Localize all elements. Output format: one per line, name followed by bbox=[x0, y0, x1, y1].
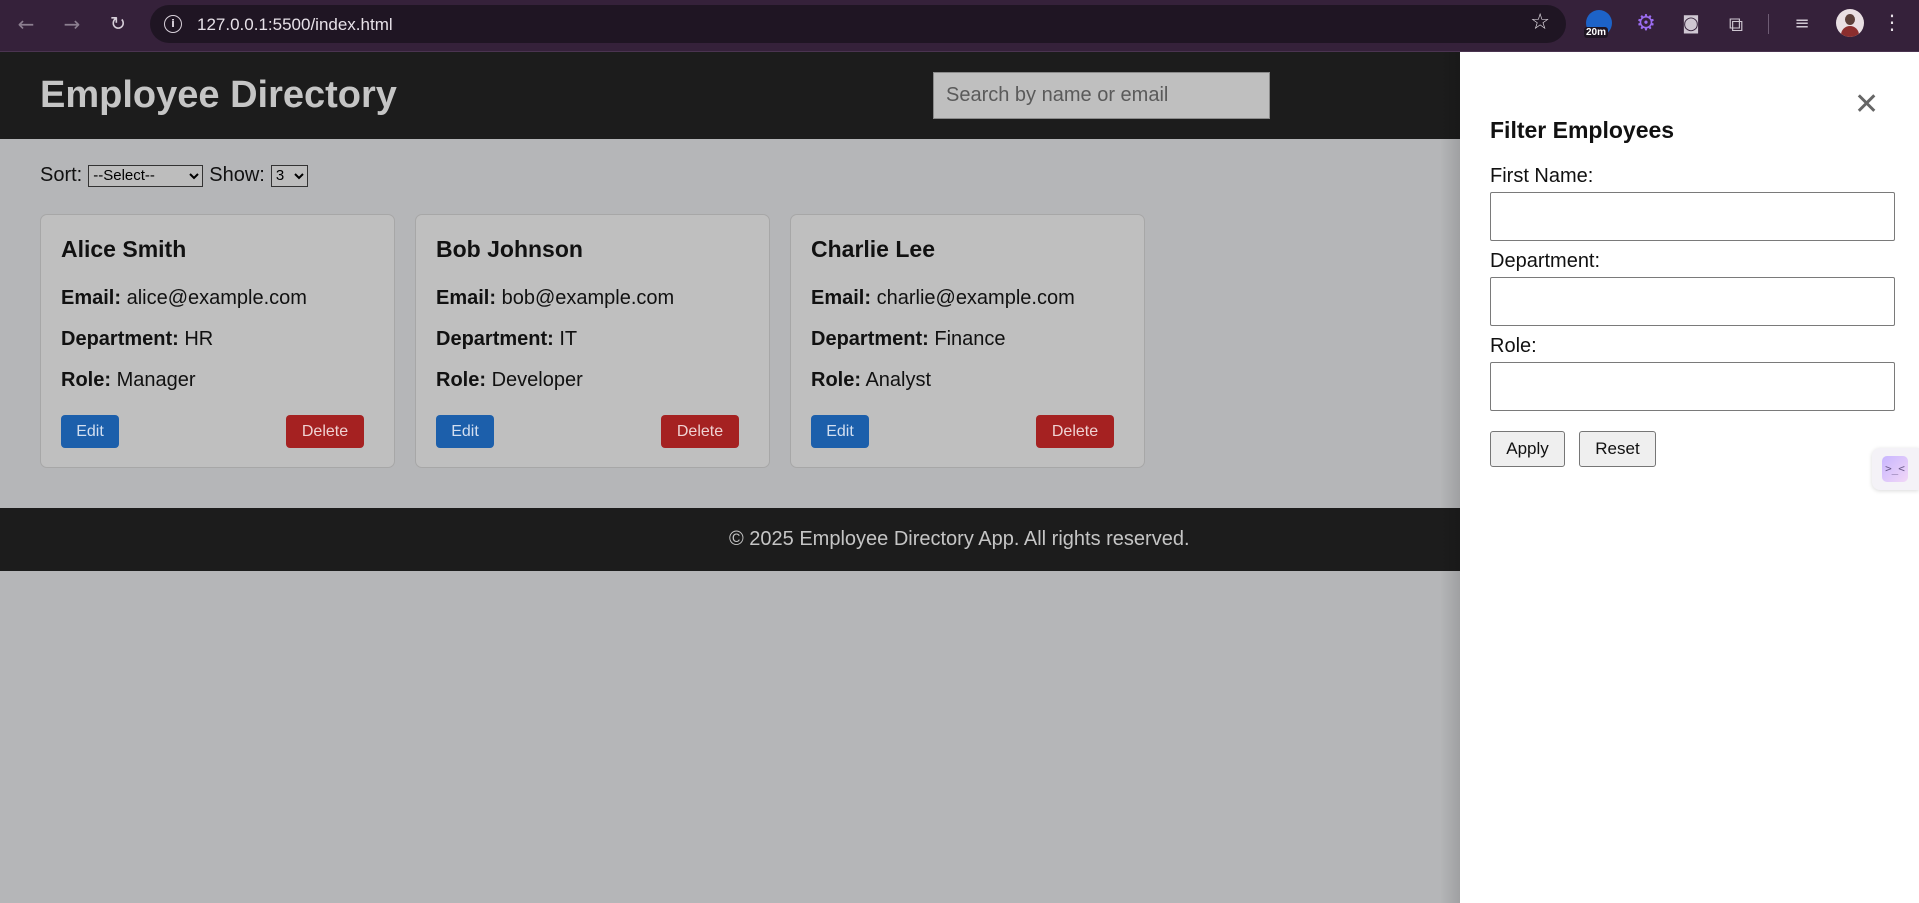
department-label: Department: bbox=[811, 328, 929, 350]
role-value: Developer bbox=[491, 369, 583, 391]
avatar[interactable] bbox=[1836, 9, 1864, 37]
edit-button[interactable]: Edit bbox=[811, 415, 869, 448]
employee-role: Role: Developer bbox=[436, 369, 583, 392]
email-label: Email: bbox=[61, 287, 122, 309]
delete-button[interactable]: Delete bbox=[286, 415, 364, 448]
employee-department: Department: HR bbox=[61, 328, 213, 351]
employee-email: Email: charlie@example.com bbox=[811, 287, 1075, 310]
browser-toolbar: ← → ↻ i 127.0.0.1:5500/index.html ☆ 20m … bbox=[0, 0, 1919, 52]
email-value: alice@example.com bbox=[126, 287, 307, 309]
side-widget[interactable]: >_< bbox=[1872, 448, 1919, 490]
reload-icon[interactable]: ↻ bbox=[104, 10, 132, 38]
employee-name: Bob Johnson bbox=[436, 236, 583, 262]
email-label: Email: bbox=[811, 287, 872, 309]
address-bar[interactable]: i 127.0.0.1:5500/index.html ☆ bbox=[150, 5, 1566, 43]
delete-button[interactable]: Delete bbox=[1036, 415, 1114, 448]
employee-role: Role: Manager bbox=[61, 369, 196, 392]
gear-icon[interactable]: ⚙ bbox=[1632, 10, 1660, 38]
edit-button[interactable]: Edit bbox=[436, 415, 494, 448]
employee-card: Charlie Lee Email: charlie@example.com D… bbox=[790, 214, 1145, 468]
department-value: HR bbox=[184, 328, 214, 350]
delete-button[interactable]: Delete bbox=[661, 415, 739, 448]
employee-department: Department: Finance bbox=[811, 328, 1006, 351]
sort-label: Sort: bbox=[40, 164, 83, 186]
department-value: IT bbox=[559, 328, 578, 350]
reset-button[interactable]: Reset bbox=[1579, 431, 1656, 467]
site-header: Employee Directory bbox=[0, 52, 1460, 139]
camera-icon[interactable]: ◙ bbox=[1677, 10, 1705, 38]
filter-panel-title: Filter Employees bbox=[1490, 117, 1675, 143]
page-title: Employee Directory bbox=[40, 74, 397, 116]
assistant-icon[interactable]: >_< bbox=[1882, 456, 1908, 482]
extension-badge: 20m bbox=[1584, 27, 1609, 38]
info-icon[interactable]: i bbox=[164, 15, 182, 33]
first-name-label: First Name: bbox=[1490, 165, 1594, 187]
role-field[interactable] bbox=[1490, 362, 1895, 411]
show-select[interactable]: 3 bbox=[270, 164, 308, 187]
puzzle-icon[interactable]: ⧉ bbox=[1722, 10, 1750, 38]
edit-button[interactable]: Edit bbox=[61, 415, 119, 448]
apply-button[interactable]: Apply bbox=[1490, 431, 1565, 467]
role-label: Role: bbox=[61, 369, 111, 391]
sort-select[interactable]: --Select-- bbox=[88, 164, 204, 187]
role-filter-label: Role: bbox=[1490, 335, 1537, 357]
list-controls: Sort: --Select-- Show: 3 bbox=[40, 164, 308, 187]
role-label: Role: bbox=[436, 369, 486, 391]
employee-card: Alice Smith Email: alice@example.com Dep… bbox=[40, 214, 395, 468]
queue-icon[interactable]: ≡ bbox=[1788, 10, 1816, 38]
forward-arrow-icon[interactable]: → bbox=[58, 10, 86, 38]
toolbar-divider bbox=[1768, 14, 1769, 34]
close-icon[interactable]: ✕ bbox=[1854, 90, 1879, 120]
panel-shadow bbox=[1440, 52, 1460, 903]
department-filter-label: Department: bbox=[1490, 250, 1601, 272]
url-text[interactable]: 127.0.0.1:5500/index.html bbox=[197, 15, 393, 35]
back-arrow-icon[interactable]: ← bbox=[12, 10, 40, 38]
show-label: Show: bbox=[209, 164, 265, 186]
department-value: Finance bbox=[934, 328, 1006, 350]
role-value: Manager bbox=[116, 369, 196, 391]
site-footer: © 2025 Employee Directory App. All right… bbox=[0, 508, 1460, 571]
department-field[interactable] bbox=[1490, 277, 1895, 326]
filter-panel: ✕ Filter Employees First Name: Departmen… bbox=[1460, 52, 1919, 903]
star-icon[interactable]: ☆ bbox=[1530, 10, 1550, 35]
search-input[interactable] bbox=[933, 72, 1270, 119]
email-label: Email: bbox=[436, 287, 497, 309]
employee-department: Department: IT bbox=[436, 328, 577, 351]
department-label: Department: bbox=[436, 328, 554, 350]
role-label: Role: bbox=[811, 369, 861, 391]
role-value: Analyst bbox=[865, 369, 932, 391]
department-label: Department: bbox=[61, 328, 179, 350]
employee-role: Role: Analyst bbox=[811, 369, 931, 392]
kebab-menu-icon[interactable]: ⋮ bbox=[1882, 10, 1902, 34]
employee-name: Charlie Lee bbox=[811, 236, 935, 262]
email-value: bob@example.com bbox=[501, 287, 675, 309]
first-name-field[interactable] bbox=[1490, 192, 1895, 241]
employee-email: Email: bob@example.com bbox=[436, 287, 674, 310]
footer-text: © 2025 Employee Directory App. All right… bbox=[729, 528, 1190, 550]
employee-email: Email: alice@example.com bbox=[61, 287, 307, 310]
employee-card: Bob Johnson Email: bob@example.com Depar… bbox=[415, 214, 770, 468]
employee-name: Alice Smith bbox=[61, 236, 187, 262]
email-value: charlie@example.com bbox=[876, 287, 1075, 309]
